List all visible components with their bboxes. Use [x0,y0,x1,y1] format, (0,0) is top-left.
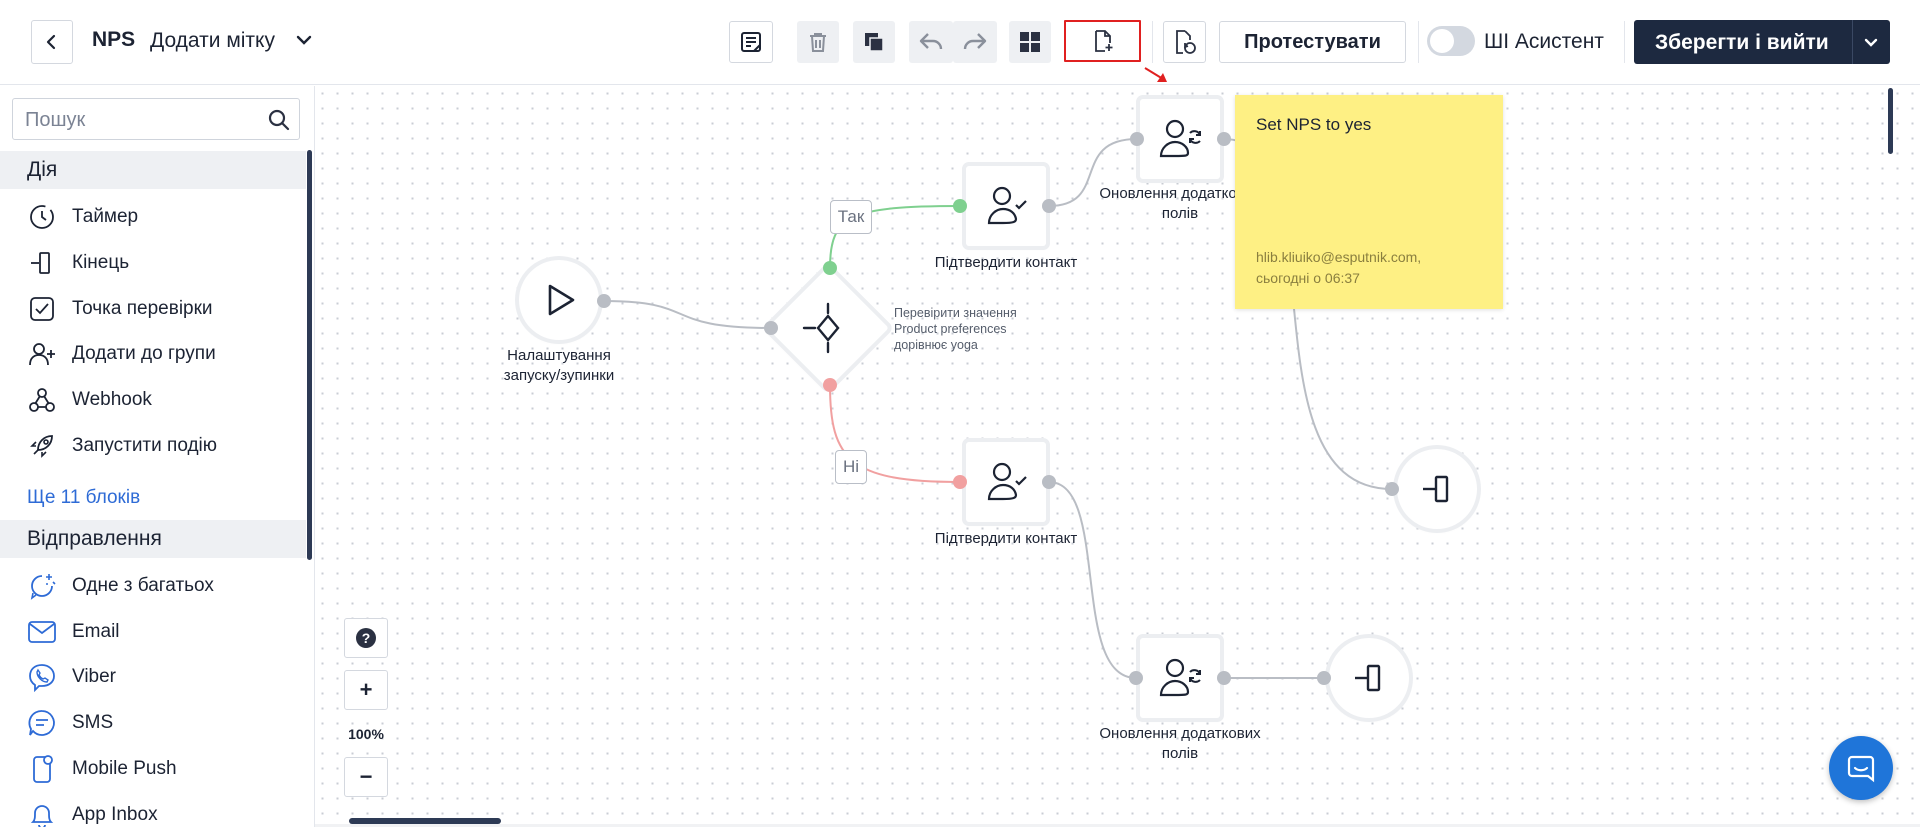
connection-confirm2-update2 [1048,481,1137,679]
end-node-input-port[interactable] [1385,482,1399,496]
end-icon [1355,664,1381,692]
update-fields-icon [1159,658,1201,697]
yes-branch-label: Так [830,200,872,234]
start-output-port[interactable] [597,294,611,308]
help-button[interactable]: ? [344,618,388,658]
update-fields-node[interactable] [1140,99,1220,179]
update-fields-label: Оновлення додаткових полів [1080,724,1280,764]
sticky-note-time: сьогодні о 06:37 [1256,270,1360,286]
confirm-contact-output-port[interactable] [1042,199,1056,213]
zoom-level: 100% [348,726,384,742]
sticky-note[interactable]: Set NPS to yes hlib.kliuiko@esputnik.com… [1235,95,1503,309]
no-branch-label: Ні [835,450,867,484]
update-fields-line2: полів [1161,745,1199,762]
zoom-out-button[interactable]: − [344,757,388,797]
end-node[interactable] [1329,638,1409,718]
confirm-contact-input-port[interactable] [953,475,967,489]
condition-description: Перевірити значення Product preferences … [894,305,1017,353]
support-chat-button[interactable] [1829,736,1893,800]
play-icon [548,284,575,316]
sticky-note-author: hlib.kliuiko@esputnik.com, [1256,249,1422,265]
confirm-contact-input-port[interactable] [953,199,967,213]
condition-input-port[interactable] [764,321,778,335]
confirm-contact-label: Підтвердити контакт [934,530,1078,547]
update-fields-line1: Оновлення додаткових [1099,725,1261,742]
end-icon [1423,475,1449,503]
condition-yes-port[interactable] [823,261,837,275]
chat-icon [1847,755,1875,783]
start-label-line1: Налаштування [507,347,611,364]
update-fields-output-port[interactable] [1217,671,1231,685]
condition-line2: Product preferences [894,322,1007,336]
confirm-contact-output-port[interactable] [1042,475,1056,489]
sticky-note-meta: hlib.kliuiko@esputnik.com, сьогодні о 06… [1256,247,1421,289]
condition-line3: дорівнює yoga [894,338,978,352]
confirm-contact-node[interactable] [966,166,1046,246]
end-node[interactable] [1397,449,1477,529]
update-fields-output-port[interactable] [1217,132,1231,146]
confirm-contact-label: Підтвердити контакт [934,254,1078,271]
connection-start-condition [603,300,772,329]
help-icon: ? [356,628,376,648]
end-node-input-port[interactable] [1317,671,1331,685]
confirm-contact-icon [987,462,1027,501]
canvas-horizontal-scrollbar[interactable] [349,818,501,824]
update-fields-input-port[interactable] [1129,671,1143,685]
confirm-contact-icon [987,186,1027,225]
canvas-vertical-scrollbar[interactable] [1888,88,1893,154]
zoom-in-button[interactable]: + [344,670,388,710]
sticky-note-text[interactable]: Set NPS to yes [1256,115,1482,135]
connections-layer [603,138,1393,679]
start-node[interactable] [519,260,599,340]
start-label-line2: запуску/зупинки [503,367,615,384]
update-fields-input-port[interactable] [1130,132,1144,146]
update-fields-icon [1159,119,1201,158]
update-fields-node[interactable] [1140,638,1220,718]
condition-no-port[interactable] [823,378,837,392]
condition-icon [802,302,840,354]
condition-line1: Перевірити значення [894,306,1017,320]
start-node-label: Налаштування запуску/зупинки [489,346,629,386]
confirm-contact-node[interactable] [966,442,1046,522]
svg-text:?: ? [362,630,371,646]
